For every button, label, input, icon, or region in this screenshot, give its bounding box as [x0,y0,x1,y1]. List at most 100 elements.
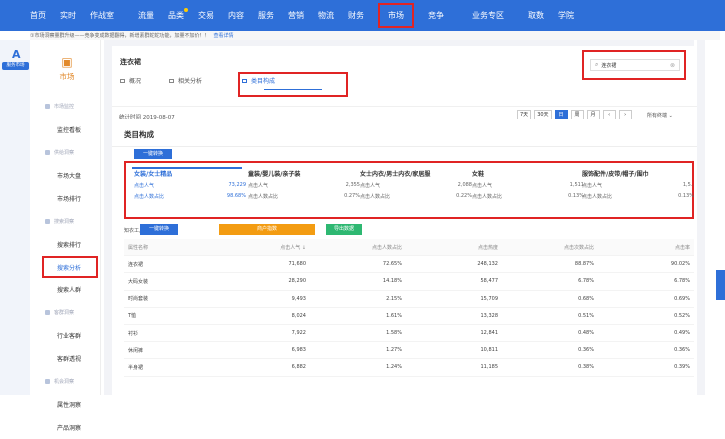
sidebar: ▣ 市场 市场监控 监控看板 供给洞察 市场大盘 市场排行 搜索洞察 搜索排行 … [33,40,101,432]
nav-business-zone[interactable]: 业务专区 [472,10,504,21]
group-label: 机会洞察 [54,379,75,385]
table-row[interactable]: 大码女装 28,290 14.18% 58,477 6.78% 6.78% [124,273,694,291]
sidebar-item-industry-crowd[interactable]: 行业客群 [33,324,101,347]
sidebar-item-product-insight[interactable]: 产品洞察 [33,416,101,439]
sidebar-item-monitor-board[interactable]: 监控看板 [33,118,101,141]
notice-bar: ①市场洞察量群升级——竞争变成数据翻得，新增素群蛇蛇功能，加量不加价！！ 查看详… [30,31,720,40]
sidebar-item-search-analysis[interactable]: 搜索分析 [42,256,98,278]
one-click-convert-button[interactable]: 一键转换 [140,224,178,235]
column-header[interactable]: 点击人气 ↓ [214,244,310,251]
search-icon: ⌕ [595,61,599,68]
nav-marketing[interactable]: 营销 [288,10,304,21]
table-cell: 半身裙 [128,364,144,371]
notice-link[interactable]: 查看详情 [214,32,234,39]
left-rail: A 服务市场 [0,40,30,395]
nav-category[interactable]: 品类 [168,8,188,21]
metric-label: 点击人数占比 [248,194,279,200]
rocket-icon[interactable]: A [10,48,22,61]
nav-realtime[interactable]: 实时 [60,10,76,21]
table-cell: 2.15% [386,295,402,302]
nav-service[interactable]: 服务 [258,10,274,21]
nav-market[interactable]: 市场 [378,3,414,28]
nav-competition[interactable]: 竞争 [428,10,444,21]
tab-overview[interactable]: 概况 [120,76,141,85]
table-cell: 0.69% [674,295,690,302]
column-header[interactable]: 点击人数占比 [310,244,406,251]
metric-label: 点击人气 [134,183,155,189]
column-header: 属性名称 [128,244,149,251]
category-card[interactable]: 服饰配件/皮带/帽子/围巾 点击人气 1,5.. 点击人数占比 0.13% [582,169,694,204]
nav-warroom[interactable]: 作战室 [90,10,114,21]
table-cell: 0.51% [578,312,594,319]
nav-content[interactable]: 内容 [228,10,244,21]
table-row[interactable]: 休闲裤 6,983 1.27% 10,811 0.36% 0.36% [124,342,694,360]
table-cell: 71,680 [288,261,307,268]
nav-home[interactable]: 首页 [30,10,46,21]
group-icon [45,379,50,384]
scrollbar[interactable] [697,40,705,395]
nav-academy[interactable]: 学院 [558,10,574,21]
floating-side-tab[interactable] [716,270,725,300]
nav-traffic[interactable]: 流量 [138,10,154,21]
table-cell: 衬衫 [128,330,139,337]
convert-button[interactable]: 一键转换 [134,149,172,159]
sidebar-item-search-crowd[interactable]: 搜索人群 [33,278,101,301]
category-card[interactable]: 女装/女士精品 点击人气 73,229 点击人数占比 98.68% [134,169,246,204]
nav-category-label: 品类 [168,11,184,20]
table-row[interactable]: 连衣裙 71,680 72.65% 248,132 88.87% 90.02% [124,256,694,274]
table-cell: 7,922 [291,330,306,337]
category-card[interactable]: 女鞋 点击人气 1,511 点击人数占比 0.13% [472,169,584,204]
tab-related-analysis[interactable]: 相关分析 [169,76,202,85]
table-row[interactable]: 衬衫 7,922 1.58% 12,841 0.48% 0.49% [124,325,694,343]
table-cell: 13,328 [480,312,499,319]
search-value: 连衣裙 [601,62,617,69]
group-label: 客群洞察 [54,310,75,316]
sidebar-item-market-overview[interactable]: 市场大盘 [33,164,101,187]
table-cell: 时尚套装 [128,296,149,303]
table-cell: 10,811 [480,347,499,354]
sidebar-group: 供给洞察 [33,141,101,164]
sidebar-item-search-ranking[interactable]: 搜索排行 [33,233,101,256]
group-icon [45,104,50,109]
service-market-tag[interactable]: 服务市场 [2,62,29,70]
table-row[interactable]: 时尚套装 9,493 2.15% 15,709 0.68% 0.69% [124,291,694,308]
table-cell: 0.68% [578,295,594,302]
column-header[interactable]: 点击率 [598,244,694,251]
metric-label: 点击人数占比 [582,194,613,200]
table-cell: 28,290 [288,278,307,285]
sidebar-item-attribute-insight[interactable]: 属性洞察 [33,393,101,416]
group-icon [45,310,50,315]
tool-row: 知衣工具 一键转换 商户指数 导出数据 [124,223,694,237]
nav-logistics[interactable]: 物流 [318,10,334,21]
keyword-panel: 连衣裙 概况 相关分析 类目构成 ⌕ 连衣裙 ⊗ [112,46,697,106]
table-cell: 72.65% [382,261,402,268]
new-dot-icon [184,8,188,12]
category-card[interactable]: 童装/婴儿装/亲子装 点击人气 2,355 点击人数占比 0.27% [248,169,360,204]
sidebar-item-market-ranking[interactable]: 市场排行 [33,187,101,210]
tab-icon [169,78,175,83]
sidebar-group: 客群洞察 [33,301,101,324]
terminal-select[interactable]: 所有终端 ⌄ [647,112,673,119]
column-header[interactable]: 点击次数占比 [502,244,598,251]
clear-icon[interactable]: ⊗ [670,62,675,69]
table-cell: 0.48% [578,330,594,337]
category-name: 童装/婴儿装/亲子装 [248,171,301,178]
table-cell: 大码女装 [128,278,149,285]
search-input[interactable]: ⌕ 连衣裙 ⊗ [590,59,680,71]
section-title: 类目构成 [124,130,154,139]
table-row[interactable]: 半身裙 6,882 1.24% 11,185 0.38% 0.39% [124,359,694,377]
nav-finance[interactable]: 财务 [348,10,364,21]
category-card[interactable]: 女士内衣/男士内衣/家居服 点击人气 2,088 点击人数占比 0.22% [360,169,472,204]
sidebar-group: 市场监控 [33,95,101,118]
merchant-index-button[interactable]: 商户指数 [219,224,315,235]
nav-fetch-data[interactable]: 取数 [528,10,544,21]
table-cell: 90.02% [670,261,690,268]
nav-trade[interactable]: 交易 [198,10,214,21]
table-row[interactable]: T恤 8,024 1.61% 13,328 0.51% 0.52% [124,308,694,325]
group-label: 供给洞察 [54,150,75,156]
group-icon [45,150,50,155]
export-data-button[interactable]: 导出数据 [326,224,362,235]
sidebar-item-crowd-insight[interactable]: 客群透视 [33,347,101,370]
column-header[interactable]: 点击热度 [406,244,502,251]
attribute-table: 属性名称 点击人气 ↓ 点击人数占比 点击热度 点击次数占比 点击率 连衣裙 71… [124,239,694,377]
